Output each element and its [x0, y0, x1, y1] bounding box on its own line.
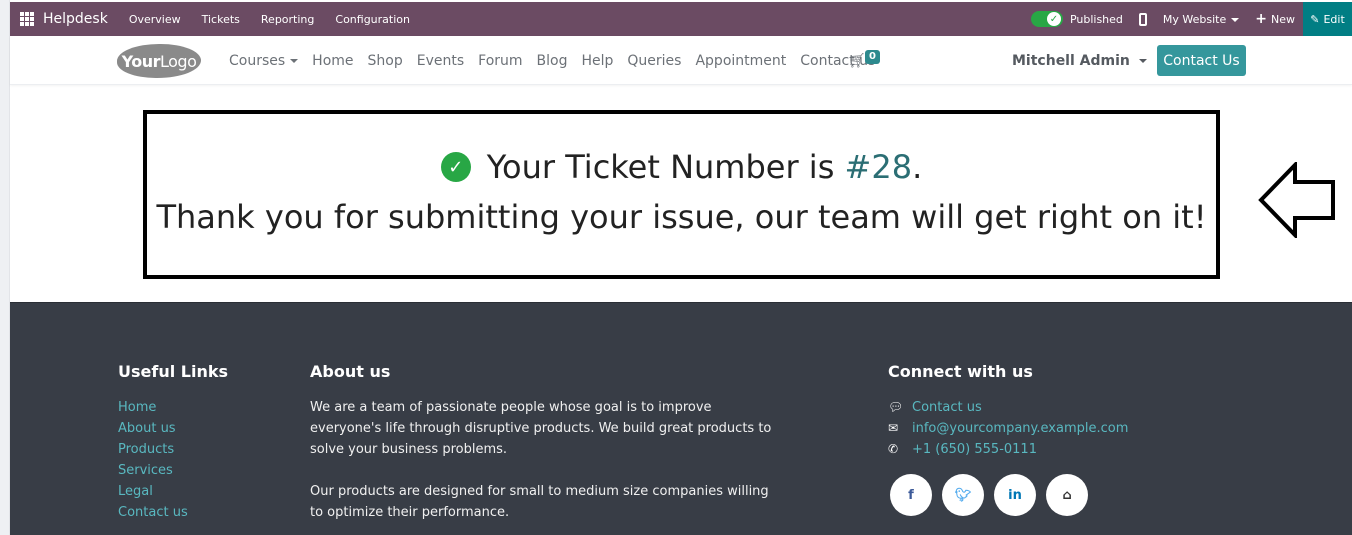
new-button[interactable]: + New [1255, 11, 1295, 27]
nav-blog[interactable]: Blog [537, 53, 568, 69]
footer-link-about-us[interactable]: About us [118, 418, 188, 439]
nav-courses-label: Courses [229, 52, 286, 69]
home-icon[interactable]: ⌂ [1046, 474, 1088, 516]
phone-icon: ✆ [888, 442, 899, 456]
logo-bold-text: Your [121, 51, 161, 71]
cart-icon[interactable]: 🛒︎ [848, 53, 866, 69]
caret-down-icon [1231, 17, 1240, 22]
connect-contact-link[interactable]: Contact us [912, 397, 982, 418]
social-links: f 🐦︎ in ⌂ [890, 474, 1098, 516]
user-menu[interactable]: Mitchell Admin [1012, 36, 1147, 85]
published-label: Published [1069, 12, 1123, 26]
mobile-preview-icon[interactable] [1138, 12, 1147, 26]
facebook-icon[interactable]: f [890, 474, 932, 516]
app-name[interactable]: Helpdesk [43, 11, 108, 27]
footer: Useful Links Home About us Products Serv… [10, 302, 1352, 535]
check-circle-icon: ✓ [440, 152, 471, 182]
website-label: My Website [1162, 12, 1227, 26]
cart-count-badge: 0 [865, 50, 880, 64]
nav-events[interactable]: Events [417, 53, 464, 69]
edit-button[interactable]: ✎ Edit [1303, 2, 1352, 36]
ticket-suffix: . [912, 148, 923, 186]
menu-reporting[interactable]: Reporting [261, 13, 314, 26]
connect-list: 💬︎ Contact us ✉ info@yourcompany.example.c… [888, 397, 1128, 460]
website-navbar: Your Logo Courses Home Shop Events Forum … [10, 36, 1352, 85]
useful-links-title: Useful Links [118, 362, 229, 381]
footer-link-contact-us[interactable]: Contact us [118, 502, 188, 523]
ticket-confirmation-box: ✓ Your Ticket Number is #28. Thank you f… [143, 110, 1220, 279]
ticket-prefix: Your Ticket Number is [486, 148, 845, 186]
twitter-icon[interactable]: 🐦︎ [942, 474, 984, 516]
useful-links-list: Home About us Products Services Legal Co… [118, 397, 188, 523]
nav-shop[interactable]: Shop [368, 53, 403, 69]
menu-overview[interactable]: Overview [129, 13, 181, 26]
plus-icon: + [1255, 11, 1267, 27]
website-selector[interactable]: My Website [1162, 12, 1240, 26]
menu-configuration[interactable]: Configuration [335, 13, 410, 26]
about-us-title: About us [310, 362, 391, 381]
new-label: New [1271, 13, 1295, 26]
footer-link-products[interactable]: Products [118, 439, 188, 460]
connect-title: Connect with us [888, 362, 1033, 381]
about-us-text: We are a team of passionate people whose… [310, 397, 780, 523]
pencil-icon: ✎ [1310, 12, 1320, 26]
footer-link-home[interactable]: Home [118, 397, 188, 418]
edit-label: Edit [1323, 12, 1345, 26]
ticket-number-heading: ✓ Your Ticket Number is #28. [147, 148, 1216, 186]
ticket-number-link[interactable]: #28 [845, 148, 913, 186]
footer-link-services[interactable]: Services [118, 460, 188, 481]
linkedin-icon[interactable]: in [994, 474, 1036, 516]
nav-appointment[interactable]: Appointment [695, 53, 786, 69]
apps-grid-icon[interactable] [20, 12, 34, 26]
footer-link-legal[interactable]: Legal [118, 481, 188, 502]
nav-courses[interactable]: Courses [229, 52, 299, 69]
admin-topbar: Helpdesk Overview Tickets Reporting Conf… [10, 2, 1352, 36]
thank-you-message: Thank you for submitting your issue, our… [156, 198, 1207, 236]
nav-home[interactable]: Home [312, 53, 353, 69]
nav-queries[interactable]: Queries [627, 53, 681, 69]
phone-link[interactable]: +1 (650) 555-0111 [912, 439, 1037, 460]
caret-down-icon [1138, 58, 1147, 63]
left-arrow-annotation-icon [1258, 162, 1335, 238]
left-scroll-strip [0, 0, 10, 535]
comment-icon: 💬︎ [888, 400, 904, 414]
logo-light-text: Logo [160, 51, 197, 71]
company-logo[interactable]: Your Logo [117, 44, 201, 78]
nav-help[interactable]: Help [581, 53, 613, 69]
user-name: Mitchell Admin [1012, 52, 1130, 69]
email-link[interactable]: info@yourcompany.example.com [912, 418, 1128, 439]
published-toggle[interactable]: ✓ [1030, 11, 1063, 27]
envelope-icon: ✉ [888, 421, 899, 435]
about-paragraph: Our products are designed for small to m… [310, 484, 769, 520]
menu-tickets[interactable]: Tickets [202, 13, 240, 26]
nav-forum[interactable]: Forum [478, 53, 522, 69]
caret-down-icon [290, 58, 299, 63]
check-icon: ✓ [1046, 12, 1061, 26]
contact-us-button[interactable]: Contact Us [1157, 45, 1246, 76]
about-paragraph: We are a team of passionate people whose… [310, 400, 772, 457]
